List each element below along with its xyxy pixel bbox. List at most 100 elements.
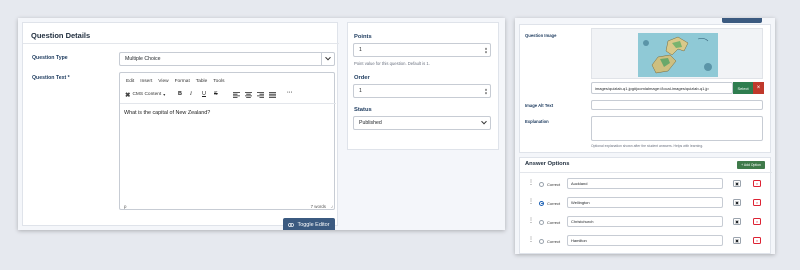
toggle-editor-label: Toggle Editor bbox=[297, 222, 330, 228]
image-icon[interactable]: ▣ bbox=[733, 180, 741, 187]
question-settings-card: Points 1 ▴ ▾ Point value for this questio… bbox=[347, 22, 499, 150]
close-icon: × bbox=[756, 85, 761, 91]
image-icon[interactable]: ▣ bbox=[733, 218, 741, 225]
delete-icon[interactable]: × bbox=[753, 180, 761, 187]
answer-options-card: Answer Options + Add Option ⋮ Correct Au… bbox=[519, 157, 772, 254]
question-details-title: Question Details bbox=[31, 31, 91, 40]
question-image-label: Question Image bbox=[525, 33, 557, 38]
answer-option-row: ⋮ Correct Wellington ▣ × bbox=[526, 196, 762, 210]
drag-handle-icon[interactable]: ⋮ bbox=[528, 217, 534, 224]
points-help-text: Point value for this question. Default i… bbox=[354, 61, 430, 66]
align-center-icon[interactable] bbox=[245, 92, 252, 98]
answer-option-row: ⋮ Correct Hamilton ▣ × bbox=[526, 234, 762, 248]
question-type-label: Question Type bbox=[32, 55, 68, 61]
question-type-value: Multiple Choice bbox=[125, 56, 161, 62]
option-text-value: Hamilton bbox=[571, 238, 587, 243]
menu-view[interactable]: View bbox=[158, 79, 168, 84]
points-label: Points bbox=[354, 34, 372, 40]
option-text-value: Wellington bbox=[571, 200, 590, 205]
image-icon[interactable]: ▣ bbox=[733, 199, 741, 206]
chevron-down-icon bbox=[477, 117, 490, 129]
explanation-label: Explanation bbox=[525, 119, 549, 124]
toggle-editor-button[interactable]: Toggle Editor bbox=[283, 218, 335, 230]
select-image-button[interactable]: Select bbox=[733, 82, 753, 94]
menu-table[interactable]: Table bbox=[196, 79, 207, 84]
align-right-icon[interactable] bbox=[257, 92, 264, 98]
question-media-window: Question Image images/quizlab-q1.jpg#joo… bbox=[515, 18, 775, 254]
answer-options-title: Answer Options bbox=[525, 161, 570, 167]
menu-tools[interactable]: Tools bbox=[213, 79, 224, 84]
option-text-input[interactable]: Auckland bbox=[567, 178, 723, 189]
add-option-label: + Add Option bbox=[741, 163, 761, 167]
delete-icon[interactable]: × bbox=[753, 218, 761, 225]
dropdown-caret-icon: ▾ bbox=[163, 92, 166, 97]
select-label: Select bbox=[737, 85, 749, 91]
drag-handle-icon[interactable]: ⋮ bbox=[528, 179, 534, 186]
correct-label: Correct bbox=[547, 238, 561, 244]
italic-icon[interactable]: I bbox=[190, 91, 192, 97]
question-details-card: Question Details Question Type Multiple … bbox=[22, 22, 339, 230]
correct-radio[interactable] bbox=[539, 219, 544, 225]
word-count: 7 words bbox=[310, 204, 326, 209]
question-type-select[interactable]: Multiple Choice bbox=[119, 52, 335, 66]
top-action-button[interactable] bbox=[722, 18, 762, 23]
explanation-textarea[interactable] bbox=[591, 116, 763, 141]
spinner-arrows-icon[interactable]: ▴ ▾ bbox=[485, 46, 487, 54]
editor-content[interactable]: What is the capital of New Zealand? bbox=[124, 110, 210, 116]
question-text-label: Question Text * bbox=[32, 75, 70, 81]
status-value: Published bbox=[359, 120, 382, 126]
answer-option-row: ⋮ Correct Auckland ▣ × bbox=[526, 177, 762, 191]
correct-radio[interactable] bbox=[539, 238, 544, 244]
option-text-input[interactable]: Wellington bbox=[567, 197, 723, 208]
drag-handle-icon[interactable]: ⋮ bbox=[528, 236, 534, 243]
option-text-value: Christchurch bbox=[571, 219, 594, 224]
order-input[interactable]: 1 ▴ ▾ bbox=[353, 84, 491, 98]
bold-icon[interactable]: B bbox=[178, 91, 182, 97]
points-input[interactable]: 1 ▴ ▾ bbox=[353, 43, 491, 57]
alt-text-input[interactable] bbox=[591, 100, 763, 110]
drag-handle-icon[interactable]: ⋮ bbox=[528, 198, 534, 205]
option-text-input[interactable]: Hamilton bbox=[567, 235, 723, 246]
align-left-icon[interactable] bbox=[233, 92, 240, 98]
image-path-value: images/quizlab-q1.jpg#joomlaImage://loca… bbox=[595, 85, 709, 91]
image-icon[interactable]: ▣ bbox=[733, 237, 741, 244]
delete-icon[interactable]: × bbox=[753, 237, 761, 244]
divider bbox=[520, 172, 772, 173]
editor-menubar: Edit Insert View Format Table Tools bbox=[126, 79, 224, 84]
editor-toolbar: ✖ CMS Content ▾ bbox=[125, 90, 165, 99]
correct-label: Correct bbox=[547, 219, 561, 225]
status-select[interactable]: Published bbox=[353, 116, 491, 130]
align-justify-icon[interactable] bbox=[269, 92, 276, 98]
correct-radio[interactable] bbox=[539, 181, 544, 187]
status-label: Status bbox=[354, 107, 372, 113]
spinner-arrows-icon[interactable]: ▴ ▾ bbox=[485, 87, 487, 95]
question-editor-window: Question Details Question Type Multiple … bbox=[18, 18, 505, 230]
clear-image-button[interactable]: × bbox=[753, 82, 764, 94]
menu-edit[interactable]: Edit bbox=[126, 79, 134, 84]
add-option-button[interactable]: + Add Option bbox=[737, 161, 765, 169]
strikethrough-icon[interactable]: S bbox=[214, 91, 218, 97]
order-value: 1 bbox=[359, 88, 362, 94]
menu-format[interactable]: Format bbox=[175, 79, 190, 84]
rich-text-editor[interactable]: Edit Insert View Format Table Tools ✖ CM… bbox=[119, 72, 336, 210]
chevron-down-icon bbox=[321, 53, 334, 65]
image-path-input[interactable]: images/quizlab-q1.jpg#joomlaImage://loca… bbox=[591, 82, 733, 94]
question-media-card: Question Image images/quizlab-q1.jpg#joo… bbox=[519, 24, 771, 153]
resize-handle-icon[interactable]: ⌟ bbox=[331, 203, 333, 209]
menu-insert[interactable]: Insert bbox=[140, 79, 152, 84]
cms-content-button[interactable]: ✖ CMS Content ▾ bbox=[125, 91, 165, 99]
image-preview-frame bbox=[591, 28, 763, 79]
delete-icon[interactable]: × bbox=[753, 199, 761, 206]
more-options-icon[interactable]: ··· bbox=[287, 90, 293, 96]
new-zealand-map-image bbox=[638, 33, 718, 77]
option-text-input[interactable]: Christchurch bbox=[567, 216, 723, 227]
toolbar-divider bbox=[120, 103, 336, 104]
answer-option-row: ⋮ Correct Christchurch ▣ × bbox=[526, 215, 762, 229]
alt-text-label: Image Alt Text bbox=[525, 103, 554, 108]
correct-radio-selected[interactable] bbox=[539, 200, 544, 206]
joomla-icon: ✖ bbox=[125, 91, 131, 99]
underline-icon[interactable]: U bbox=[202, 91, 206, 97]
divider bbox=[23, 43, 339, 44]
points-value: 1 bbox=[359, 47, 362, 53]
explanation-help-text: Optional explanation shown after the stu… bbox=[591, 144, 704, 148]
